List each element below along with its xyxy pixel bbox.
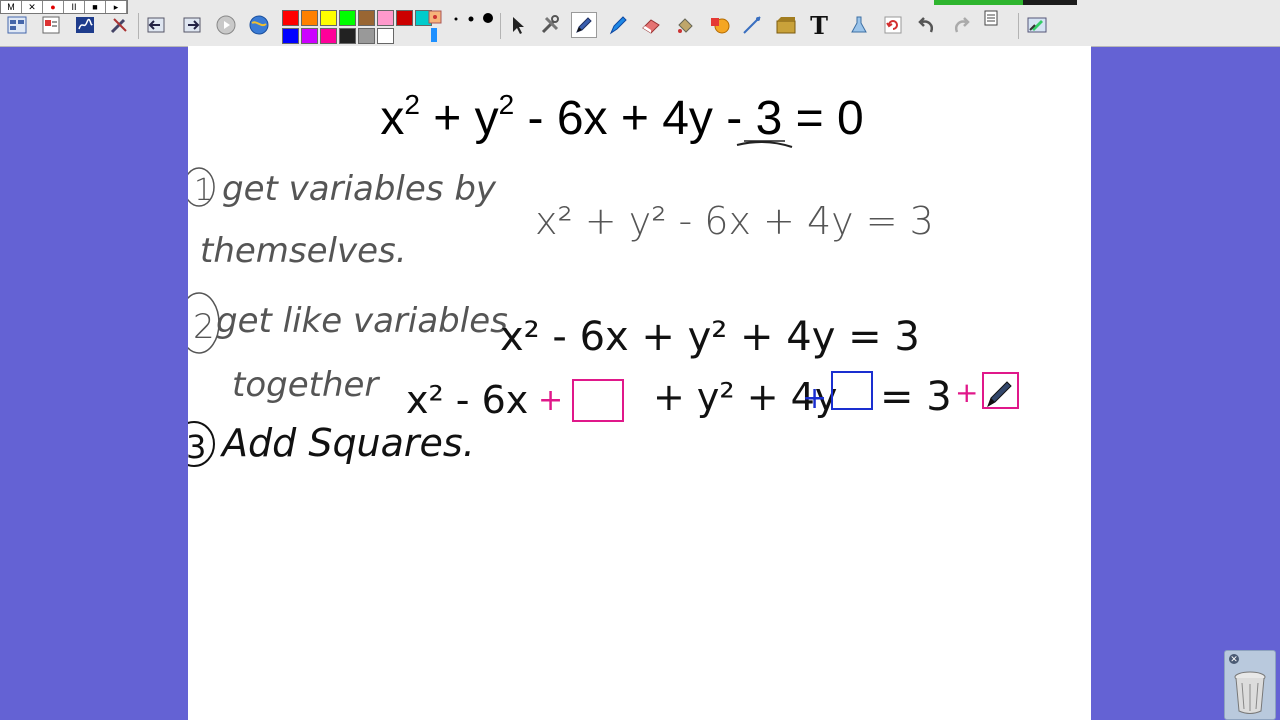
separator — [500, 13, 501, 39]
step1-text-line2: themselves. — [200, 231, 407, 271]
color-swatch[interactable] — [339, 28, 356, 44]
handwriting-icon[interactable] — [72, 12, 98, 38]
step1-label: 1 — [194, 173, 213, 208]
show-icon[interactable] — [213, 12, 239, 38]
color-swatch[interactable] — [377, 28, 394, 44]
trash-icon[interactable] — [1225, 651, 1275, 719]
line-tool-icon[interactable] — [739, 12, 765, 38]
whiteboard-page[interactable]: x2 + y2 - 6x + 4y - 3 = 0 1 get variable… — [188, 46, 1091, 720]
highlighter-icon[interactable] — [605, 12, 631, 38]
eq-exp2: 2 — [499, 89, 515, 120]
color-swatch[interactable] — [396, 10, 413, 26]
step3-plus-pink-2: + — [955, 376, 978, 409]
eq-x: x — [380, 92, 404, 145]
next-page-icon[interactable] — [179, 12, 205, 38]
redo-icon[interactable] — [949, 12, 975, 38]
previous-page-icon[interactable] — [143, 12, 169, 38]
trash-widget[interactable]: ✕ — [1224, 650, 1276, 720]
step3-text: Add Squares. — [219, 421, 475, 465]
progress-bar — [934, 0, 1077, 5]
tools-icon[interactable] — [537, 12, 563, 38]
eq-three: 3 — [756, 92, 783, 145]
step2-label: 2 — [193, 307, 215, 347]
refresh-icon[interactable] — [880, 12, 906, 38]
color-swatch[interactable] — [320, 10, 337, 26]
select-pointer-icon[interactable] — [505, 12, 531, 38]
blank-square-pink — [572, 379, 624, 422]
shapes-icon[interactable] — [706, 12, 732, 38]
step3-plus-blue: + — [802, 381, 827, 416]
step2-text-line1: get like variables — [216, 301, 508, 341]
step1-math: x² + y² - 6x + 4y = 3 — [535, 199, 934, 243]
color-swatch[interactable] — [377, 10, 394, 26]
color-swatch[interactable] — [358, 28, 375, 44]
whiteboard-canvas[interactable]: x2 + y2 - 6x + 4y - 3 = 0 1 get variable… — [188, 46, 1091, 720]
customize-toolbar-icon[interactable] — [1024, 12, 1050, 38]
step3-label: 3 — [188, 428, 206, 466]
page-sorter-icon[interactable] — [4, 12, 30, 38]
text-tool-glyph: T — [810, 10, 828, 40]
gallery-icon[interactable] — [773, 12, 799, 38]
pen-cursor-icon — [987, 381, 1012, 408]
main-toolbar: M ✕ ● II ■ ▸ T — [0, 0, 1280, 47]
fill-bucket-icon[interactable] — [672, 12, 698, 38]
web-browser-icon[interactable] — [246, 12, 272, 38]
separator — [138, 13, 139, 39]
separator — [1018, 13, 1019, 39]
step2-math: x² - 6x + y² + 4y = 3 — [500, 314, 920, 360]
color-swatch[interactable] — [282, 10, 299, 26]
color-swatch[interactable] — [320, 28, 337, 44]
eq-plus-y: + y — [420, 92, 499, 145]
step1-text-line1: get variables by — [222, 169, 497, 209]
pen-icon[interactable] — [571, 12, 597, 38]
color-palette — [282, 10, 433, 45]
page-menu-icon[interactable] — [982, 9, 1000, 27]
color-swatch[interactable] — [282, 28, 299, 44]
step2-text-line2: together — [232, 365, 380, 405]
color-swatch[interactable] — [339, 10, 356, 26]
eq-exp1: 2 — [404, 89, 420, 120]
settings-tools-icon[interactable] — [106, 12, 132, 38]
step3-math-right: = 3 — [880, 374, 952, 420]
progress-fill — [934, 0, 1023, 5]
undo-icon[interactable] — [913, 12, 939, 38]
typed-equation: x2 + y2 - 6x + 4y - 3 = 0 — [380, 89, 863, 145]
properties-icon[interactable] — [846, 12, 872, 38]
color-swatch[interactable] — [358, 10, 375, 26]
eraser-icon[interactable] — [638, 12, 664, 38]
color-swatch[interactable] — [301, 28, 318, 44]
text-tool-icon[interactable]: T — [806, 10, 832, 40]
handwritten-notes: 1 get variables by themselves. x² + y² -… — [188, 167, 1019, 467]
attachments-icon[interactable] — [38, 12, 64, 38]
color-swatch[interactable] — [301, 10, 318, 26]
pen-width-selector[interactable] — [430, 11, 500, 41]
eq-middle: - 6x + 4y - — [514, 92, 755, 145]
step3-math-left: x² - 6x — [406, 378, 528, 422]
blank-square-blue — [831, 371, 873, 410]
eq-equals-zero: = 0 — [782, 92, 863, 145]
step3-plus-pink: + — [538, 383, 563, 418]
